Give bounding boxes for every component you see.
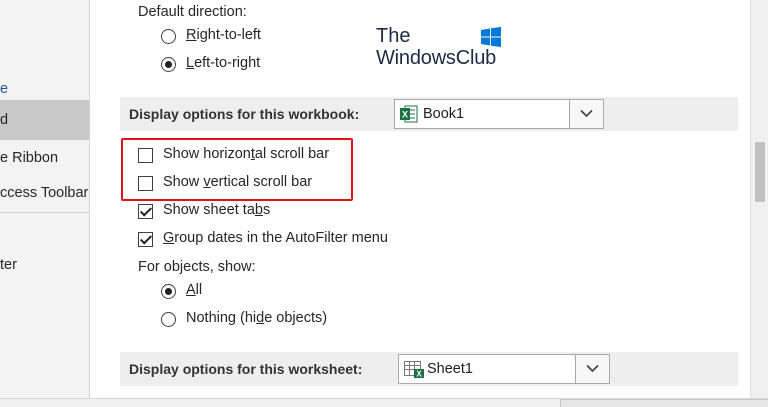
label-show-vertical-scroll-bar[interactable]: Show vertical scroll bar	[163, 174, 312, 190]
label-group-dates-autofilter[interactable]: Group dates in the AutoFilter menu	[163, 230, 388, 246]
sidebar-divider	[0, 212, 89, 213]
workbook-dropdown-button[interactable]	[569, 100, 603, 128]
label-show-sheet-tabs[interactable]: Show sheet tabs	[163, 202, 270, 218]
sidebar-item-customize-ribbon[interactable]: e Ribbon	[0, 147, 58, 169]
sidebar-item-trust-center[interactable]: ter	[0, 254, 17, 276]
worksheet-select[interactable]: X Sheet1	[398, 354, 610, 384]
windows-logo-icon	[481, 27, 501, 47]
bottom-button-strip	[0, 398, 768, 407]
objects-show-heading: For objects, show:	[138, 259, 256, 275]
default-direction-heading: Default direction:	[138, 4, 247, 20]
sidebar-item-language[interactable]: e	[0, 78, 8, 100]
logo-text-line1: The	[376, 25, 411, 47]
label-objects-all[interactable]: All	[186, 282, 202, 298]
label-show-horizontal-scroll-bar[interactable]: Show horizontal scroll bar	[163, 146, 329, 162]
workbook-section-title: Display options for this workbook:	[129, 106, 360, 122]
label-right-to-left[interactable]: Right-to-left	[186, 27, 261, 43]
excel-workbook-icon: X	[400, 105, 418, 123]
vertical-scrollbar[interactable]	[750, 0, 768, 398]
workbook-select[interactable]: X Book1	[394, 99, 604, 129]
chevron-down-icon	[586, 364, 599, 373]
excel-worksheet-icon: X	[404, 361, 424, 379]
checkbox-show-sheet-tabs[interactable]	[138, 204, 153, 219]
checkbox-show-vertical-scroll-bar[interactable]	[138, 176, 153, 191]
label-objects-nothing[interactable]: Nothing (hide objects)	[186, 310, 327, 326]
workbook-select-value: Book1	[423, 106, 465, 122]
dialog-button-edge	[560, 399, 768, 407]
sidebar-item-advanced[interactable]: d	[0, 100, 89, 140]
worksheet-select-value: Sheet1	[427, 361, 473, 377]
sidebar-item-quick-access-toolbar[interactable]: ccess Toolbar	[0, 182, 88, 204]
checkbox-show-horizontal-scroll-bar[interactable]	[138, 148, 153, 163]
logo-text-line2: WindowsClub	[376, 47, 497, 69]
chevron-down-icon	[580, 109, 593, 118]
worksheet-section-title: Display options for this worksheet:	[129, 361, 363, 377]
svg-text:X: X	[416, 370, 422, 379]
checkbox-group-dates-autofilter[interactable]	[138, 232, 153, 247]
svg-text:X: X	[402, 110, 408, 120]
radio-objects-nothing[interactable]	[161, 312, 176, 327]
label-left-to-right[interactable]: Left-to-right	[186, 55, 260, 71]
worksheet-dropdown-button[interactable]	[575, 355, 609, 383]
radio-objects-all[interactable]	[161, 284, 176, 299]
vertical-scrollbar-thumb[interactable]	[755, 142, 765, 202]
advanced-options-panel: Default direction: Right-to-left Left-to…	[90, 0, 750, 398]
radio-right-to-left[interactable]	[161, 29, 176, 44]
options-sidebar: e d e Ribbon ccess Toolbar ter	[0, 0, 90, 398]
radio-left-to-right[interactable]	[161, 57, 176, 72]
